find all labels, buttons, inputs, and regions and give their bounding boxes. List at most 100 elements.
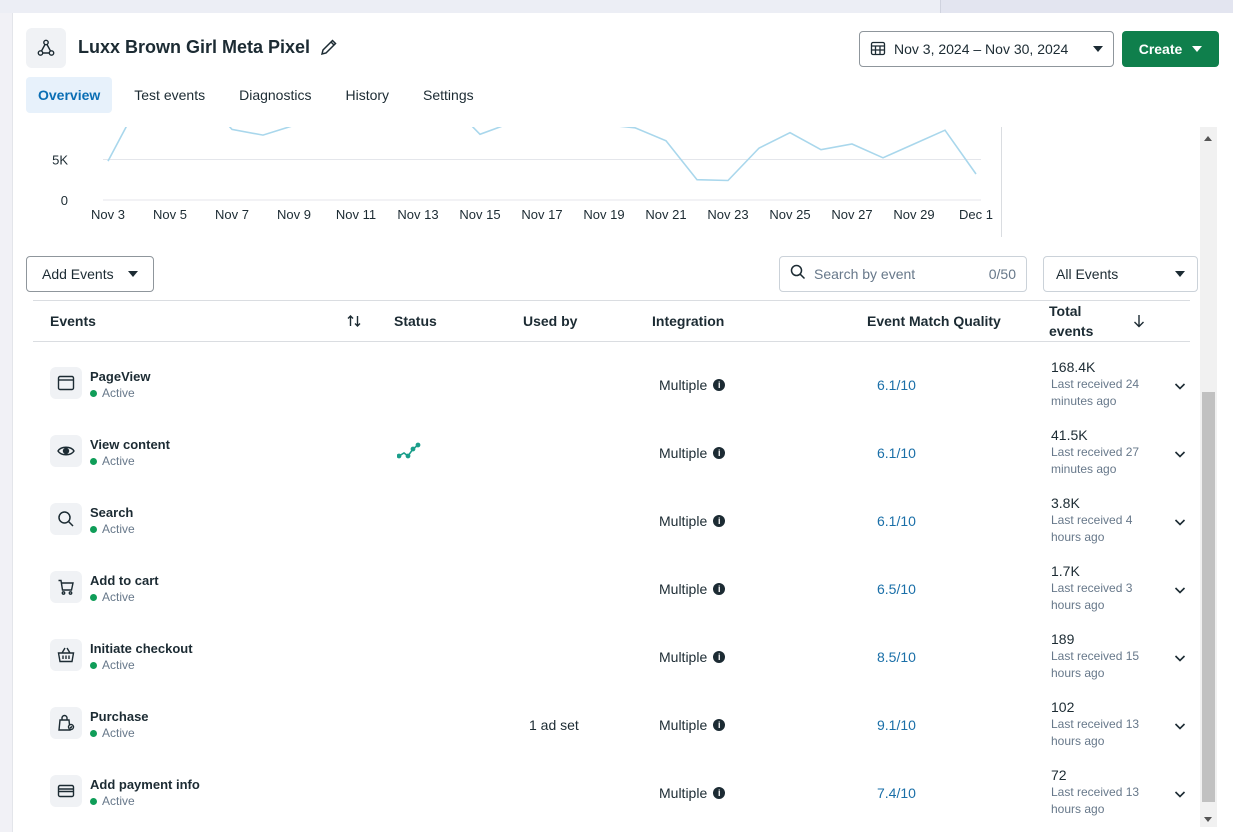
table-row[interactable]: Initiate checkout Active Multiple i 8.5/1…: [33, 615, 1190, 683]
integration-label: Multiple: [659, 649, 708, 665]
event-status: Active: [90, 658, 135, 672]
event-status-label: Active: [102, 454, 135, 468]
total-events-count: 1.7K: [1051, 563, 1080, 579]
create-button-label: Create: [1138, 41, 1183, 57]
x-tick-label: Nov 25: [769, 207, 810, 222]
total-events: 41.5K Last received 27 minutes ago: [1051, 426, 1151, 478]
last-received: Last received 24 minutes ago: [1051, 377, 1140, 408]
browser-tab-edge: [940, 0, 1233, 13]
integration-label: Multiple: [659, 717, 708, 733]
event-name: View content: [90, 437, 170, 452]
chevron-down-icon[interactable]: [1173, 515, 1187, 529]
x-tick-label: Nov 19: [583, 207, 624, 222]
chevron-down-icon[interactable]: [1173, 787, 1187, 801]
events-table-header: Events Status Used by Integration Event …: [33, 300, 1190, 342]
event-match-quality-link[interactable]: 6.1/10: [877, 377, 916, 393]
chevron-down-icon[interactable]: [1173, 651, 1187, 665]
add-events-button[interactable]: Add Events: [26, 256, 154, 292]
chevron-down-icon[interactable]: [1173, 379, 1187, 393]
date-range-picker[interactable]: Nov 3, 2024 – Nov 30, 2024: [859, 31, 1114, 67]
tab-test-events[interactable]: Test events: [122, 77, 217, 113]
info-icon[interactable]: i: [713, 379, 726, 391]
edit-pencil-icon[interactable]: [319, 37, 339, 57]
tab-diagnostics[interactable]: Diagnostics: [227, 77, 323, 113]
total-events-count: 189: [1051, 631, 1075, 647]
table-row[interactable]: Search Active Multiple i 6.1/10 3.8K Last …: [33, 479, 1190, 547]
integration-label: Multiple: [659, 581, 708, 597]
event-status: Active: [90, 726, 135, 740]
x-tick-label: Nov 13: [397, 207, 438, 222]
sort-icon[interactable]: [346, 301, 362, 341]
scrollbar[interactable]: [1200, 127, 1217, 827]
info-icon[interactable]: i: [713, 447, 726, 459]
event-status: Active: [90, 522, 135, 536]
col-header-total-events[interactable]: Total events: [1049, 301, 1093, 341]
tab-overview[interactable]: Overview: [26, 77, 113, 113]
table-row[interactable]: View content Active Multiple i 6.1/10 41.…: [33, 411, 1190, 479]
chevron-down-icon: [127, 271, 138, 277]
x-tick-label: Nov 23: [707, 207, 748, 222]
active-dot-icon: [90, 797, 97, 805]
total-events-count: 102: [1051, 699, 1075, 715]
integration-label: Multiple: [659, 377, 708, 393]
tab-settings[interactable]: Settings: [411, 77, 486, 113]
last-received: Last received 3 hours ago: [1051, 581, 1133, 612]
total-events: 1.7K Last received 3 hours ago: [1051, 562, 1151, 614]
total-events: 168.4K Last received 24 minutes ago: [1051, 358, 1151, 410]
chart-divider: [1001, 127, 1002, 237]
info-icon[interactable]: i: [713, 719, 726, 731]
chevron-down-icon[interactable]: [1173, 719, 1187, 733]
last-received: Last received 15 hours ago: [1051, 649, 1140, 680]
scroll-down-arrow-icon[interactable]: [1204, 817, 1212, 822]
search-input[interactable]: [814, 266, 981, 282]
event-name: Purchase: [90, 709, 149, 724]
search-event-box[interactable]: 0/50: [779, 256, 1027, 292]
table-row[interactable]: PageView Active Multiple i 6.1/10 168.4K L…: [33, 343, 1190, 411]
event-match-quality-link[interactable]: 6.1/10: [877, 445, 916, 461]
event-status: Active: [90, 386, 135, 400]
event-name: Search: [90, 505, 134, 520]
info-icon[interactable]: i: [713, 515, 726, 527]
scrollbar-thumb[interactable]: [1202, 392, 1215, 802]
browser-window-icon: [50, 367, 82, 399]
event-match-quality-link[interactable]: 6.5/10: [877, 581, 916, 597]
event-match-quality-link[interactable]: 9.1/10: [877, 717, 916, 733]
chevron-down-icon[interactable]: [1173, 447, 1187, 461]
total-events: 3.8K Last received 4 hours ago: [1051, 494, 1151, 546]
date-range-label: Nov 3, 2024 – Nov 30, 2024: [894, 41, 1069, 57]
sort-descending-arrow-icon[interactable]: [1133, 301, 1145, 341]
event-match-quality-link[interactable]: 7.4/10: [877, 785, 916, 801]
event-status-label: Active: [102, 386, 135, 400]
x-tick-label: Nov 27: [831, 207, 872, 222]
last-received: Last received 13 hours ago: [1051, 785, 1140, 816]
active-dot-icon: [90, 457, 97, 465]
create-button[interactable]: Create: [1122, 31, 1219, 67]
active-dot-icon: [90, 729, 97, 737]
event-filter-dropdown[interactable]: All Events: [1043, 256, 1198, 292]
event-filter-label: All Events: [1056, 266, 1119, 282]
total-events-count: 3.8K: [1051, 495, 1080, 511]
chevron-down-icon[interactable]: [1173, 583, 1187, 597]
search-char-count: 0/50: [988, 266, 1016, 282]
active-dot-icon: [90, 593, 97, 601]
table-row[interactable]: Add payment info Active Multiple i 7.4/10…: [33, 751, 1190, 819]
total-events: 102 Last received 13 hours ago: [1051, 698, 1151, 750]
trend-sparkline-icon[interactable]: [396, 441, 421, 466]
table-row[interactable]: Add to cart Active Multiple i 6.5/10 1.7K…: [33, 547, 1190, 615]
event-name: PageView: [90, 369, 151, 384]
info-icon[interactable]: i: [713, 787, 726, 799]
scroll-up-arrow-icon[interactable]: [1204, 136, 1212, 141]
event-name: Initiate checkout: [90, 641, 193, 656]
total-events: 189 Last received 15 hours ago: [1051, 630, 1151, 682]
x-tick-label: Nov 15: [459, 207, 500, 222]
event-match-quality-link[interactable]: 6.1/10: [877, 513, 916, 529]
x-tick-label: Nov 7: [215, 207, 249, 222]
info-icon[interactable]: i: [713, 651, 726, 663]
event-status-label: Active: [102, 522, 135, 536]
table-row[interactable]: Purchase Active 1 ad set Multiple i 9.1/1…: [33, 683, 1190, 751]
series-line: [107, 127, 977, 182]
info-icon[interactable]: i: [713, 583, 726, 595]
x-tick-label: Nov 9: [277, 207, 311, 222]
event-match-quality-link[interactable]: 8.5/10: [877, 649, 916, 665]
tab-history[interactable]: History: [333, 77, 401, 113]
